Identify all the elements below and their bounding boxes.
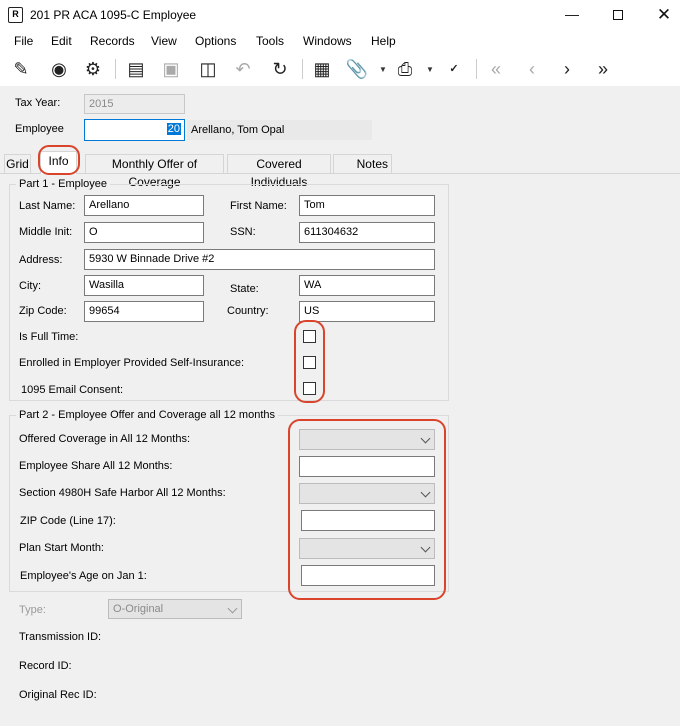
plan-start-label: Plan Start Month: bbox=[19, 542, 104, 554]
last-record-icon[interactable]: » bbox=[591, 57, 615, 81]
email-consent-label: 1095 Email Consent: bbox=[21, 384, 124, 396]
employee-label: Employee bbox=[15, 123, 64, 135]
tab-grid[interactable]: Grid bbox=[4, 154, 31, 173]
middle-init-field[interactable]: O bbox=[84, 222, 204, 243]
menu-records[interactable]: Records bbox=[90, 34, 135, 48]
employee-share-label: Employee Share All 12 Months: bbox=[19, 460, 173, 472]
tab-strip-border bbox=[0, 173, 680, 174]
tab-monthly-offer[interactable]: Monthly Offer of Coverage bbox=[85, 154, 224, 189]
document-icon[interactable]: ▤ bbox=[124, 57, 148, 81]
original-rec-id-label: Original Rec ID: bbox=[19, 689, 97, 701]
toolbar-separator bbox=[302, 59, 303, 79]
zip-code-label: Zip Code: bbox=[19, 305, 67, 317]
first-name-label: First Name: bbox=[230, 200, 287, 212]
settings-gear-icon[interactable]: ⚙ bbox=[81, 57, 105, 81]
last-name-field[interactable]: Arellano bbox=[84, 195, 204, 216]
refresh-icon[interactable]: ↻ bbox=[268, 57, 292, 81]
safe-harbor-label: Section 4980H Safe Harbor All 12 Months: bbox=[19, 487, 226, 499]
type-label: Type: bbox=[19, 604, 46, 616]
record-id-label: Record ID: bbox=[19, 660, 72, 672]
country-label: Country: bbox=[227, 305, 269, 317]
menu-bar: File Edit Records View Options Tools Win… bbox=[0, 31, 680, 53]
menu-windows[interactable]: Windows bbox=[303, 34, 352, 48]
ssn-field[interactable]: 611304632 bbox=[299, 222, 435, 243]
next-record-icon[interactable]: › bbox=[555, 57, 579, 81]
self-insurance-label: Enrolled in Employer Provided Self-Insur… bbox=[19, 357, 245, 369]
state-label: State: bbox=[230, 283, 259, 295]
first-name-field[interactable]: Tom bbox=[299, 195, 435, 216]
app-window: R 201 PR ACA 1095-C Employee — ✕ File Ed… bbox=[0, 0, 680, 726]
save-icon[interactable]: ▣ bbox=[159, 57, 183, 81]
state-field[interactable]: WA bbox=[299, 275, 435, 296]
employee-number-field[interactable]: 20 bbox=[84, 119, 185, 141]
edit-icon[interactable]: ✎ bbox=[9, 57, 33, 81]
first-record-icon[interactable]: « bbox=[484, 57, 508, 81]
delete-trash-icon[interactable]: ◫ bbox=[196, 57, 220, 81]
full-time-label: Is Full Time: bbox=[19, 331, 79, 343]
transmission-id-label: Transmission ID: bbox=[19, 631, 102, 643]
spell-check-icon[interactable]: ✓ bbox=[442, 57, 466, 81]
attachment-dropdown-icon[interactable]: ▼ bbox=[379, 65, 387, 74]
last-name-label: Last Name: bbox=[19, 200, 76, 212]
toolbar: ✎ ◉ ⚙ ▤ ▣ ◫ ↶ ↻ ▦ 📎 ▼ ⎙ ▼ ✓ « ‹ › » bbox=[0, 53, 680, 86]
zip-code-field[interactable]: 99654 bbox=[84, 301, 204, 322]
title-bar: R 201 PR ACA 1095-C Employee — ✕ bbox=[0, 0, 680, 31]
city-field[interactable]: Wasilla bbox=[84, 275, 204, 296]
tab-notes[interactable]: Notes bbox=[333, 154, 392, 173]
age-label: Employee's Age on Jan 1: bbox=[20, 570, 147, 582]
address-field[interactable]: 5930 W Binnade Drive #2 bbox=[84, 249, 435, 270]
offered-coverage-label: Offered Coverage in All 12 Months: bbox=[19, 433, 191, 445]
app-icon: R bbox=[8, 7, 23, 23]
undo-icon[interactable]: ↶ bbox=[231, 57, 255, 81]
employee-number-selection: 20 bbox=[166, 123, 181, 135]
part1-title: Part 1 - Employee bbox=[16, 178, 111, 190]
menu-tools[interactable]: Tools bbox=[256, 34, 284, 48]
minimize-button[interactable]: — bbox=[549, 0, 595, 31]
previous-record-icon[interactable]: ‹ bbox=[520, 57, 544, 81]
toolbar-separator bbox=[115, 59, 116, 79]
city-label: City: bbox=[19, 280, 41, 292]
zip-line17-label: ZIP Code (Line 17): bbox=[20, 515, 116, 527]
country-field[interactable]: US bbox=[299, 301, 435, 322]
attachment-icon[interactable]: 📎 bbox=[345, 57, 369, 81]
tax-year-field[interactable]: 2015 bbox=[84, 94, 185, 114]
ssn-label: SSN: bbox=[230, 226, 256, 238]
close-button[interactable]: ✕ bbox=[641, 0, 680, 31]
chevron-down-icon bbox=[227, 603, 238, 614]
calculator-icon[interactable]: ▦ bbox=[310, 57, 334, 81]
type-dropdown[interactable]: O-Original bbox=[108, 599, 242, 619]
middle-init-label: Middle Init: bbox=[19, 226, 73, 238]
menu-help[interactable]: Help bbox=[371, 34, 396, 48]
maximize-button[interactable] bbox=[595, 0, 641, 31]
window-title: 201 PR ACA 1095-C Employee bbox=[30, 8, 197, 22]
checkbox-highlight bbox=[294, 320, 325, 403]
employee-name-display: Arellano, Tom Opal bbox=[187, 120, 372, 140]
toolbar-separator bbox=[476, 59, 477, 79]
tab-info-highlight bbox=[38, 145, 80, 175]
binoculars-icon[interactable]: ◉ bbox=[47, 57, 71, 81]
menu-file[interactable]: File bbox=[14, 34, 33, 48]
part2-title: Part 2 - Employee Offer and Coverage all… bbox=[16, 409, 278, 421]
tax-year-label: Tax Year: bbox=[15, 97, 61, 109]
tab-covered-individuals[interactable]: Covered Individuals bbox=[227, 154, 331, 189]
print-dropdown-icon[interactable]: ▼ bbox=[426, 65, 434, 74]
part2-fields-highlight bbox=[288, 419, 446, 600]
print-icon[interactable]: ⎙ bbox=[393, 57, 417, 81]
type-value: O-Original bbox=[113, 603, 164, 615]
address-label: Address: bbox=[19, 254, 63, 266]
menu-options[interactable]: Options bbox=[195, 34, 236, 48]
menu-edit[interactable]: Edit bbox=[51, 34, 72, 48]
menu-view[interactable]: View bbox=[151, 34, 177, 48]
